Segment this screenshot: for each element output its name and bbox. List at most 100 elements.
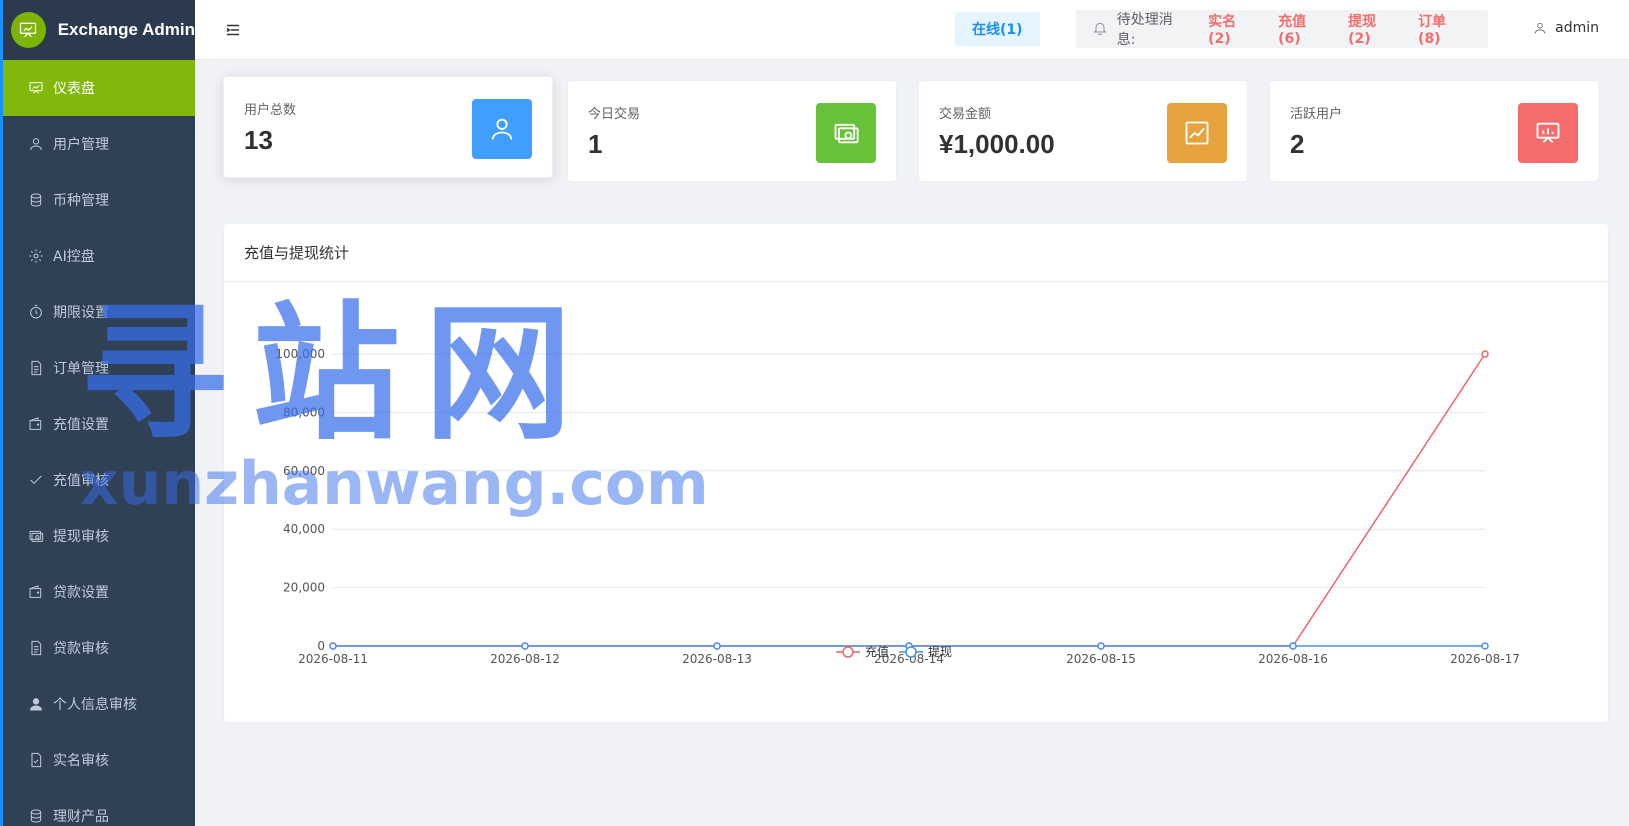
sidebar-item-label: 用户管理 xyxy=(53,137,109,153)
pending-label: 待处理消息: xyxy=(1116,12,1173,48)
data-point xyxy=(1481,642,1489,650)
sidebar-item-label: 理财产品 xyxy=(53,809,109,825)
y-tick-label: 100,000 xyxy=(275,347,325,361)
x-tick-label: 2026-08-13 xyxy=(682,652,752,666)
stat-value: ¥1,000.00 xyxy=(939,129,1055,159)
document-icon xyxy=(27,639,45,657)
stat-label: 用户总数 xyxy=(244,103,297,118)
stat-card-active-users: 活跃用户 2 xyxy=(1269,80,1599,182)
stat-card-users: 用户总数 13 xyxy=(223,76,553,178)
presentation-icon xyxy=(1518,103,1578,163)
money-icon xyxy=(27,527,45,545)
sidebar-menu: 仪表盘用户管理币种管理 AI控盘期限设置订单管理充值设置充值审核提现审核贷款设置贷… xyxy=(3,60,195,826)
sidebar-item-4[interactable]: 期限设置 xyxy=(3,284,195,340)
x-tick-label: 2026-08-11 xyxy=(298,652,368,666)
coins-icon xyxy=(27,807,45,825)
pending-link-recharge[interactable]: 充值(6) xyxy=(1278,11,1325,47)
user-icon xyxy=(27,135,45,153)
sidebar-item-label: 个人信息审核 xyxy=(53,697,137,713)
stat-label: 今日交易 xyxy=(588,107,641,122)
pending-link-withdraw[interactable]: 提现(2) xyxy=(1348,11,1395,47)
chart-card: 充值与提现统计 0 20,000 40,000 60,000 80,000 100,000… xyxy=(223,223,1609,723)
stat-label: 活跃用户 xyxy=(1290,107,1343,122)
person-filled-icon xyxy=(27,695,45,713)
wallet-icon xyxy=(27,415,45,433)
sidebar-item-label: 实名审核 xyxy=(53,753,109,769)
sidebar-item-0[interactable]: 仪表盘 xyxy=(3,60,195,116)
gear-icon xyxy=(27,247,45,265)
wallet-icon xyxy=(27,583,45,601)
sidebar-item-5[interactable]: 订单管理 xyxy=(3,340,195,396)
check-icon xyxy=(27,471,45,489)
brand[interactable]: Exchange Admin xyxy=(3,0,195,60)
y-tick-label: 0 xyxy=(317,639,325,653)
y-tick-label: 80,000 xyxy=(283,405,325,419)
sidebar-item-label: 贷款审核 xyxy=(53,641,109,657)
sidebar-item-7[interactable]: 充值审核 xyxy=(3,452,195,508)
data-point xyxy=(1289,642,1297,650)
sidebar-item-label: 订单管理 xyxy=(53,361,109,377)
sidebar-item-2[interactable]: 币种管理 xyxy=(3,172,195,228)
x-tick-label: 2026-08-12 xyxy=(490,652,560,666)
document-icon xyxy=(27,359,45,377)
timer-icon xyxy=(27,303,45,321)
line-chart: 0 20,000 40,000 60,000 80,000 100,000 2026-08-… xyxy=(275,347,1520,666)
sidebar-item-label: 期限设置 xyxy=(53,305,109,321)
brand-title: Exchange Admin xyxy=(57,20,195,39)
stat-value: 2 xyxy=(1290,129,1305,159)
sidebar-item-8[interactable]: 提现审核 xyxy=(3,508,195,564)
user-menu[interactable]: admin xyxy=(1533,20,1599,36)
user-icon xyxy=(472,99,532,159)
menu-toggle-icon[interactable] xyxy=(223,20,243,40)
data-point xyxy=(1481,350,1489,358)
pending-link-realname[interactable]: 实名(2) xyxy=(1208,11,1255,47)
x-tick-label: 2026-08-15 xyxy=(1066,652,1136,666)
coins-icon xyxy=(27,191,45,209)
sidebar-item-label: 提现审核 xyxy=(53,529,109,545)
online-badge[interactable]: 在线(1) xyxy=(955,12,1040,46)
sidebar-item-12[interactable]: 实名审核 xyxy=(3,732,195,788)
data-point xyxy=(329,642,337,650)
sidebar-item-13[interactable]: 理财产品 xyxy=(3,788,195,826)
stat-value: 13 xyxy=(244,125,273,155)
top-header: 在线(1) 待处理消息: 实名(2) 充值(6) 提现(2) 订单(8) adm… xyxy=(195,0,1629,60)
sidebar-item-11[interactable]: 个人信息审核 xyxy=(3,676,195,732)
bell-icon xyxy=(1092,20,1109,38)
sidebar-item-10[interactable]: 贷款审核 xyxy=(3,620,195,676)
user-icon xyxy=(1535,22,1546,34)
sidebar-item-6[interactable]: 充值设置 xyxy=(3,396,195,452)
stat-value: 1 xyxy=(588,129,603,159)
x-tick-label: 2026-08-16 xyxy=(1258,652,1328,666)
sidebar-item-label: AI控盘 xyxy=(53,249,95,265)
sidebar: Exchange Admin 仪表盘用户管理币种管理 AI控盘期限设置订单管理充值… xyxy=(0,0,195,826)
sidebar-item-label: 充值审核 xyxy=(53,473,109,489)
y-tick-label: 60,000 xyxy=(283,464,325,478)
legend-swatch-marker xyxy=(842,646,854,658)
data-point xyxy=(521,642,529,650)
legend-label: 充值 xyxy=(865,644,889,659)
username: admin xyxy=(1555,20,1599,36)
sidebar-item-label: 充值设置 xyxy=(53,417,109,433)
trend-icon xyxy=(1167,103,1227,163)
stat-card-trade-amount: 交易金额 ¥1,000.00 xyxy=(918,80,1248,182)
presentation-icon xyxy=(11,12,46,48)
sidebar-item-3[interactable]: AI控盘 xyxy=(3,228,195,284)
sidebar-item-1[interactable]: 用户管理 xyxy=(3,116,195,172)
money-icon xyxy=(816,103,876,163)
data-point xyxy=(713,642,721,650)
data-point xyxy=(1097,642,1105,650)
sidebar-item-label: 贷款设置 xyxy=(53,585,109,601)
sidebar-item-9[interactable]: 贷款设置 xyxy=(3,564,195,620)
document-check-icon xyxy=(27,751,45,769)
pending-link-order[interactable]: 订单(8) xyxy=(1418,11,1465,47)
stat-label: 交易金额 xyxy=(939,107,992,122)
chart-title: 充值与提现统计 xyxy=(224,224,1608,282)
y-tick-label: 40,000 xyxy=(283,522,325,536)
x-tick-label: 2026-08-17 xyxy=(1450,652,1520,666)
legend-swatch-marker xyxy=(905,646,917,658)
stat-card-today-trades: 今日交易 1 xyxy=(567,80,897,182)
y-tick-label: 20,000 xyxy=(283,581,325,595)
sidebar-item-label: 币种管理 xyxy=(53,193,109,209)
series-line-0 xyxy=(333,353,1486,647)
sidebar-item-label: 仪表盘 xyxy=(53,81,95,97)
